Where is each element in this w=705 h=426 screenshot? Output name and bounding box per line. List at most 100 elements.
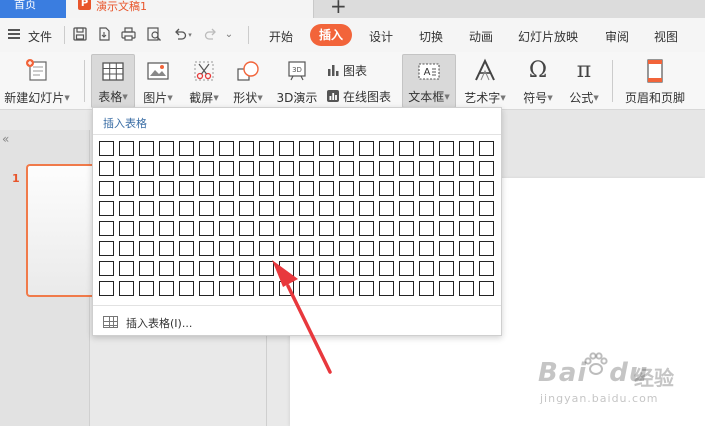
table-grid-cell[interactable] bbox=[219, 181, 234, 196]
table-grid-cell[interactable] bbox=[399, 161, 414, 176]
table-grid-cell[interactable] bbox=[139, 181, 154, 196]
formula-button[interactable]: π 公式▼ bbox=[564, 54, 604, 108]
textbox-button[interactable]: A 文本框▼ bbox=[402, 54, 456, 108]
print-preview-icon[interactable] bbox=[146, 27, 162, 43]
table-grid-cell[interactable] bbox=[199, 241, 214, 256]
table-grid-cell[interactable] bbox=[439, 261, 454, 276]
table-grid-cell[interactable] bbox=[199, 261, 214, 276]
table-grid-cell[interactable] bbox=[379, 161, 394, 176]
table-grid-cell[interactable] bbox=[459, 141, 474, 156]
table-grid-cell[interactable] bbox=[219, 221, 234, 236]
table-grid-cell[interactable] bbox=[459, 201, 474, 216]
hamburger-menu-icon[interactable] bbox=[8, 29, 20, 40]
table-grid-cell[interactable] bbox=[239, 161, 254, 176]
table-grid-cell[interactable] bbox=[459, 161, 474, 176]
table-grid-cell[interactable] bbox=[239, 221, 254, 236]
table-grid-cell[interactable] bbox=[439, 281, 454, 296]
table-grid-cell[interactable] bbox=[219, 241, 234, 256]
table-grid-cell[interactable] bbox=[419, 221, 434, 236]
table-grid-cell[interactable] bbox=[439, 221, 454, 236]
table-grid-cell[interactable] bbox=[419, 201, 434, 216]
table-grid-cell[interactable] bbox=[139, 221, 154, 236]
panel-divider[interactable] bbox=[266, 330, 267, 426]
table-grid-cell[interactable] bbox=[119, 181, 134, 196]
table-grid-cell[interactable] bbox=[119, 201, 134, 216]
table-grid-cell[interactable] bbox=[159, 161, 174, 176]
table-grid-cell[interactable] bbox=[279, 241, 294, 256]
table-grid-cell[interactable] bbox=[239, 181, 254, 196]
table-grid-cell[interactable] bbox=[239, 281, 254, 296]
table-grid-cell[interactable] bbox=[279, 161, 294, 176]
table-grid-cell[interactable] bbox=[339, 141, 354, 156]
save-icon[interactable] bbox=[72, 27, 88, 43]
table-grid-cell[interactable] bbox=[319, 201, 334, 216]
table-grid-cell[interactable] bbox=[99, 161, 114, 176]
tab-document[interactable]: P 演示文稿1 bbox=[66, 0, 314, 18]
table-grid-cell[interactable] bbox=[179, 281, 194, 296]
table-grid-cell[interactable] bbox=[379, 201, 394, 216]
table-grid-cell[interactable] bbox=[99, 181, 114, 196]
table-grid-cell[interactable] bbox=[219, 261, 234, 276]
screenshot-button[interactable]: 截屏▼ bbox=[182, 54, 226, 108]
menu-design[interactable]: 设计 bbox=[369, 28, 393, 45]
shape-button[interactable]: 形状▼ bbox=[228, 54, 268, 108]
table-grid-cell[interactable] bbox=[159, 141, 174, 156]
table-grid-cell[interactable] bbox=[159, 241, 174, 256]
menu-file[interactable]: 文件 bbox=[28, 28, 52, 45]
table-grid-cell[interactable] bbox=[159, 261, 174, 276]
table-grid-cell[interactable] bbox=[299, 201, 314, 216]
table-grid-cell[interactable] bbox=[399, 201, 414, 216]
table-grid-cell[interactable] bbox=[479, 141, 494, 156]
table-grid-cell[interactable] bbox=[119, 281, 134, 296]
table-grid-cell[interactable] bbox=[219, 281, 234, 296]
table-grid-cell[interactable] bbox=[259, 261, 274, 276]
table-grid-cell[interactable] bbox=[239, 261, 254, 276]
table-grid-cell[interactable] bbox=[259, 161, 274, 176]
table-grid-cell[interactable] bbox=[419, 161, 434, 176]
table-grid-cell[interactable] bbox=[179, 141, 194, 156]
table-size-grid[interactable] bbox=[99, 141, 499, 301]
table-grid-cell[interactable] bbox=[319, 281, 334, 296]
table-grid-cell[interactable] bbox=[339, 241, 354, 256]
table-grid-cell[interactable] bbox=[99, 261, 114, 276]
table-grid-cell[interactable] bbox=[199, 281, 214, 296]
table-grid-cell[interactable] bbox=[179, 221, 194, 236]
menu-review[interactable]: 审阅 bbox=[605, 28, 629, 45]
table-grid-cell[interactable] bbox=[379, 241, 394, 256]
table-grid-cell[interactable] bbox=[359, 141, 374, 156]
table-grid-cell[interactable] bbox=[319, 141, 334, 156]
table-grid-cell[interactable] bbox=[99, 221, 114, 236]
table-grid-cell[interactable] bbox=[99, 281, 114, 296]
table-grid-cell[interactable] bbox=[199, 221, 214, 236]
menu-view[interactable]: 视图 bbox=[654, 28, 678, 45]
table-grid-cell[interactable] bbox=[319, 261, 334, 276]
table-grid-cell[interactable] bbox=[359, 281, 374, 296]
table-grid-cell[interactable] bbox=[419, 261, 434, 276]
collapse-panel-icon[interactable]: « bbox=[2, 132, 10, 146]
table-grid-cell[interactable] bbox=[359, 161, 374, 176]
table-grid-cell[interactable] bbox=[179, 181, 194, 196]
table-grid-cell[interactable] bbox=[239, 141, 254, 156]
table-grid-cell[interactable] bbox=[379, 221, 394, 236]
table-grid-cell[interactable] bbox=[299, 281, 314, 296]
table-grid-cell[interactable] bbox=[259, 241, 274, 256]
table-grid-cell[interactable] bbox=[159, 181, 174, 196]
table-grid-cell[interactable] bbox=[479, 281, 494, 296]
table-grid-cell[interactable] bbox=[259, 201, 274, 216]
table-grid-cell[interactable] bbox=[479, 261, 494, 276]
new-tab-button[interactable]: + bbox=[330, 0, 347, 18]
table-grid-cell[interactable] bbox=[259, 141, 274, 156]
table-grid-cell[interactable] bbox=[99, 201, 114, 216]
table-grid-cell[interactable] bbox=[299, 221, 314, 236]
table-grid-cell[interactable] bbox=[319, 221, 334, 236]
table-grid-cell[interactable] bbox=[299, 181, 314, 196]
table-grid-cell[interactable] bbox=[159, 201, 174, 216]
table-grid-cell[interactable] bbox=[219, 141, 234, 156]
print-icon[interactable] bbox=[120, 27, 136, 43]
table-grid-cell[interactable] bbox=[199, 181, 214, 196]
tab-home[interactable]: 首页 bbox=[0, 0, 66, 18]
redo-icon[interactable] bbox=[203, 27, 219, 43]
table-grid-cell[interactable] bbox=[299, 141, 314, 156]
table-grid-cell[interactable] bbox=[119, 241, 134, 256]
menu-slideshow[interactable]: 幻灯片放映 bbox=[518, 28, 578, 45]
